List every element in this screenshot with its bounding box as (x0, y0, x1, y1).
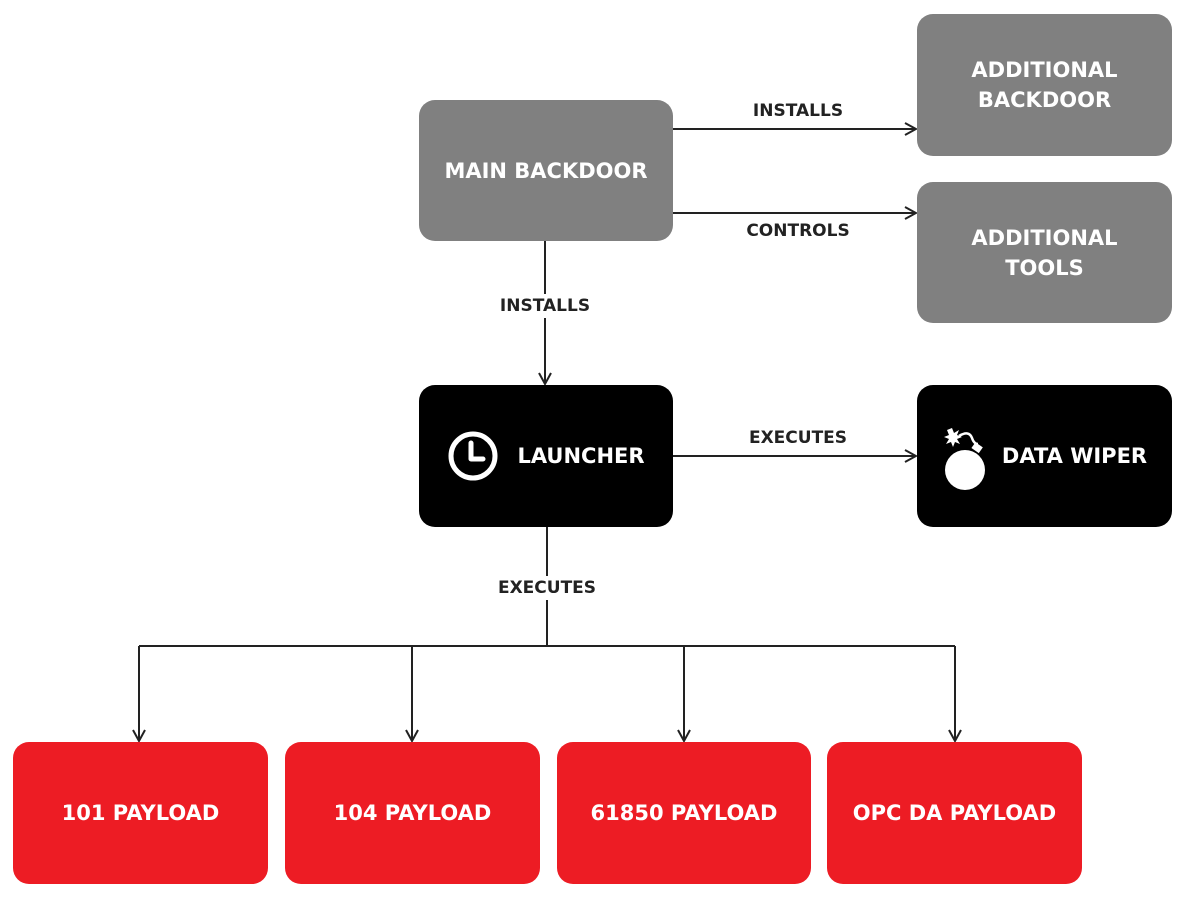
node-additional-backdoor: ADDITIONAL BACKDOOR (917, 14, 1172, 156)
label-executes-wiper: EXECUTES (744, 426, 852, 450)
clock-icon (447, 430, 499, 482)
label-controls: CONTROLS (742, 219, 854, 243)
node-label: LAUNCHER (517, 444, 645, 468)
node-label: DATA WIPER (1001, 444, 1148, 468)
node-data-wiper: DATA WIPER (917, 385, 1172, 527)
node-additional-tools: ADDITIONAL TOOLS (917, 182, 1172, 323)
node-label: 104 PAYLOAD (333, 801, 492, 825)
node-main-backdoor: MAIN BACKDOOR (419, 100, 673, 241)
node-label: MAIN BACKDOOR (444, 158, 648, 183)
node-104-payload: 104 PAYLOAD (285, 742, 540, 884)
node-label: 101 PAYLOAD (61, 801, 220, 825)
node-101-payload: 101 PAYLOAD (13, 742, 268, 884)
node-opc-da-payload: OPC DA PAYLOAD (827, 742, 1082, 884)
node-label: OPC DA PAYLOAD (852, 801, 1057, 825)
bomb-icon (942, 420, 990, 492)
node-label: ADDITIONAL TOOLS (971, 225, 1118, 280)
node-label: ADDITIONAL BACKDOOR (971, 58, 1118, 112)
label-installs-backdoor: INSTALLS (748, 99, 848, 123)
label-executes-payloads: EXECUTES (493, 576, 601, 600)
node-61850-payload: 61850 PAYLOAD (557, 742, 811, 884)
label-installs-launcher: INSTALLS (495, 294, 595, 318)
node-label: 61850 PAYLOAD (590, 801, 778, 825)
node-launcher: LAUNCHER (419, 385, 673, 527)
